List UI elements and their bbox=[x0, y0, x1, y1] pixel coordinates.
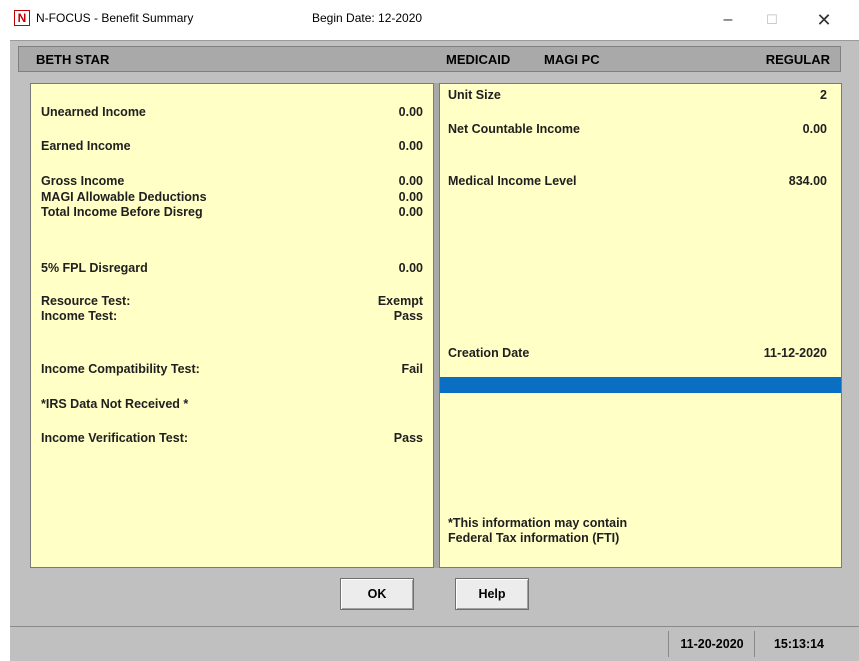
program-name: MEDICAID bbox=[446, 52, 511, 67]
subprogram-name: MAGI PC bbox=[544, 52, 600, 67]
selected-row-highlight[interactable] bbox=[440, 377, 841, 393]
benefit-summary-window: N N-FOCUS - Benefit Summary Begin Date: … bbox=[10, 0, 859, 661]
begin-date-label: Begin Date: 12-2020 bbox=[312, 11, 423, 25]
status-date: 11-20-2020 bbox=[668, 631, 755, 657]
earned-income-value: 0.00 bbox=[398, 139, 423, 153]
help-button[interactable]: Help bbox=[455, 578, 529, 610]
maximize-button[interactable]: ☐ bbox=[754, 6, 790, 34]
total-income-value: 0.00 bbox=[398, 205, 423, 219]
unit-size-value: 2 bbox=[820, 88, 827, 102]
income-test-label: Income Test: bbox=[41, 309, 118, 323]
eligibility-panel: Unit Size 2 Net Countable Income 0.00 Me… bbox=[439, 83, 842, 568]
case-header-bar: BETH STAR MEDICAID MAGI PC REGULAR bbox=[18, 46, 841, 72]
unit-size-label: Unit Size bbox=[448, 88, 501, 102]
income-compatibility-value: Fail bbox=[401, 362, 423, 376]
status-bar: 11-20-2020 15:13:14 bbox=[10, 626, 859, 661]
income-test-value: Pass bbox=[393, 309, 423, 323]
status-time: 15:13:14 bbox=[754, 631, 843, 657]
ok-button[interactable]: OK bbox=[340, 578, 414, 610]
creation-date-value: 11-12-2020 bbox=[763, 346, 827, 360]
window-title: N-FOCUS - Benefit Summary bbox=[36, 11, 194, 25]
income-compatibility-label: Income Compatibility Test: bbox=[41, 362, 200, 376]
creation-date-label: Creation Date bbox=[448, 346, 530, 360]
case-type: REGULAR bbox=[765, 52, 830, 67]
medical-income-level-label: Medical Income Level bbox=[448, 174, 577, 188]
net-countable-income-label: Net Countable Income bbox=[448, 122, 580, 136]
fpl-disregard-label: 5% FPL Disregard bbox=[41, 261, 148, 275]
client-name: BETH STAR bbox=[36, 52, 110, 67]
close-button[interactable]: ✕ bbox=[806, 6, 842, 34]
resource-test-label: Resource Test: bbox=[41, 294, 131, 308]
earned-income-label: Earned Income bbox=[41, 139, 131, 153]
gross-income-value: 0.00 bbox=[398, 174, 423, 188]
irs-data-note: *IRS Data Not Received * bbox=[41, 397, 189, 411]
income-verification-value: Pass bbox=[393, 431, 423, 445]
magi-deductions-value: 0.00 bbox=[398, 190, 423, 204]
total-income-label: Total Income Before Disreg bbox=[41, 205, 203, 219]
minimize-button[interactable]: – bbox=[710, 6, 746, 34]
net-countable-income-value: 0.00 bbox=[802, 122, 827, 136]
resource-test-value: Exempt bbox=[377, 294, 423, 308]
magi-deductions-label: MAGI Allowable Deductions bbox=[41, 190, 207, 204]
title-bar: N N-FOCUS - Benefit Summary Begin Date: … bbox=[10, 0, 859, 41]
fti-notice: *This information may contain Federal Ta… bbox=[448, 516, 628, 545]
nfocus-logo-icon: N bbox=[14, 10, 30, 26]
unearned-income-label: Unearned Income bbox=[41, 105, 146, 119]
gross-income-label: Gross Income bbox=[41, 174, 125, 188]
fpl-disregard-value: 0.00 bbox=[398, 261, 423, 275]
medical-income-level-value: 834.00 bbox=[788, 174, 827, 188]
income-details-panel: Unearned Income 0.00 Earned Income 0.00 … bbox=[30, 83, 434, 568]
unearned-income-value: 0.00 bbox=[398, 105, 423, 119]
income-verification-label: Income Verification Test: bbox=[41, 431, 189, 445]
